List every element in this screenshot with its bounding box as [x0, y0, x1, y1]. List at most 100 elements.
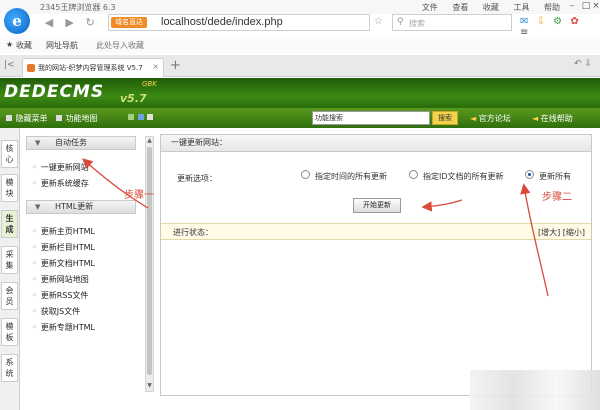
- side-item-update-rss[interactable]: 更新RSS文件: [32, 290, 89, 301]
- side-menu: ▼ 自动任务 一键更新网站 更新系统缓存 ▼ HTML更新 更新主页HTML 更…: [22, 134, 140, 406]
- menu-help[interactable]: 帮助: [544, 3, 560, 12]
- zoom-out-link[interactable]: [缩小]: [563, 228, 585, 237]
- online-help-label: 在线帮助: [540, 114, 573, 123]
- vtab-collect[interactable]: 采集: [1, 246, 18, 274]
- dede-version: v5.7: [120, 92, 147, 105]
- search-icon: ⚲: [397, 17, 404, 27]
- restore-icon[interactable]: □: [580, 1, 592, 12]
- address-dropdown-icon[interactable]: ☆: [374, 16, 383, 27]
- hide-menu-link[interactable]: 隐藏菜单: [6, 113, 48, 124]
- import-favorites-hint[interactable]: 此处导入收藏: [96, 40, 144, 51]
- vtab-system[interactable]: 系统: [1, 354, 18, 382]
- refresh-icon[interactable]: ↻: [81, 16, 99, 29]
- side-item-one-click-update[interactable]: 一键更新网站: [32, 162, 89, 173]
- top-menu: 文件 查看 收藏 工具 帮助: [410, 2, 560, 13]
- group-html-update[interactable]: ▼ HTML更新: [26, 200, 136, 214]
- function-search-input[interactable]: 功能搜索: [312, 111, 430, 125]
- address-bar[interactable]: 域名直达 localhost/dede/index.php: [108, 14, 370, 31]
- collapse-arrow-icon: ▼: [35, 203, 41, 211]
- theme-blue-icon[interactable]: [137, 114, 144, 120]
- zoom-links: [增大] [缩小]: [538, 227, 585, 238]
- tools-icon[interactable]: ⚙: [553, 16, 562, 27]
- radio-by-time-label[interactable]: 指定时间的所有更新: [315, 171, 387, 182]
- minimize-icon[interactable]: –: [566, 1, 578, 12]
- dede-edition: GBK: [142, 80, 157, 88]
- site-map-link[interactable]: 功能地图: [56, 113, 98, 124]
- side-item-get-js[interactable]: 获取JS文件: [32, 306, 80, 317]
- official-forum-label: 官方论坛: [478, 114, 511, 123]
- favorites-star-icon[interactable]: ★: [6, 40, 13, 49]
- side-item-update-doc[interactable]: 更新文档HTML: [32, 258, 95, 269]
- domain-direct-badge[interactable]: 域名直达: [111, 17, 147, 28]
- panel-title: 一键更新网站：: [161, 135, 591, 152]
- function-search-button[interactable]: 搜索: [432, 111, 458, 125]
- radio-by-id-label[interactable]: 指定ID文档的所有更新: [423, 171, 504, 182]
- side-item-update-column[interactable]: 更新栏目HTML: [32, 242, 95, 253]
- toolbar-icons: ✉ ⇩ ⚙ ✿ ≡: [520, 16, 600, 38]
- back-icon[interactable]: ◀: [40, 16, 58, 29]
- dede-menubar: 隐藏菜单 功能地图 功能搜索 搜索 ◄ 官方论坛 ◄ 在线帮助: [0, 108, 600, 128]
- forum-arrow-icon: ◄: [470, 114, 479, 123]
- gift-icon[interactable]: ✿: [570, 16, 578, 27]
- side-item-update-home[interactable]: 更新主页HTML: [32, 226, 95, 237]
- browser-titlebar: 2345王牌浏览器 6.3 文件 查看 收藏 工具 帮助 – □ ×: [0, 0, 600, 14]
- download-icon[interactable]: ⇩: [537, 16, 545, 27]
- site-map-icon: [56, 115, 62, 121]
- vtab-module[interactable]: 模块: [1, 174, 18, 202]
- browser-logo-icon[interactable]: e: [4, 8, 30, 34]
- theme-green-icon[interactable]: [128, 114, 134, 120]
- official-forum-link[interactable]: ◄ 官方论坛: [470, 113, 511, 124]
- online-help-link[interactable]: ◄ 在线帮助: [532, 113, 573, 124]
- status-row: 进行状态： [增大] [缩小]: [161, 223, 591, 240]
- theme-switcher: [128, 113, 154, 122]
- start-update-button[interactable]: 开始更新: [353, 198, 401, 213]
- theme-gray-icon[interactable]: [147, 114, 154, 120]
- address-url[interactable]: localhost/dede/index.php: [161, 16, 283, 28]
- side-item-update-topic[interactable]: 更新专题HTML: [32, 322, 95, 333]
- zoom-in-link[interactable]: [增大]: [538, 228, 560, 237]
- nav-site-button[interactable]: 网址导航: [46, 40, 78, 51]
- tab-close-icon[interactable]: ×: [152, 62, 159, 71]
- vtab-template[interactable]: 模板: [1, 318, 18, 346]
- status-label: 进行状态：: [173, 228, 213, 237]
- vtab-core[interactable]: 核心: [1, 140, 18, 168]
- side-item-update-cache[interactable]: 更新系统缓存: [32, 178, 89, 189]
- search-input[interactable]: ⚲ 搜索: [392, 14, 512, 31]
- tab-favicon-icon: [27, 64, 35, 72]
- search-placeholder: 搜索: [409, 19, 425, 28]
- mail-icon[interactable]: ✉: [520, 16, 528, 27]
- tab-scroll-left-icon[interactable]: |<: [4, 60, 15, 70]
- group-auto-task[interactable]: ▼ 自动任务: [26, 136, 136, 150]
- close-window-icon[interactable]: ×: [592, 1, 600, 12]
- step1-annotation: 步骤一: [124, 190, 154, 201]
- radio-by-id[interactable]: [409, 170, 418, 179]
- site-map-label: 功能地图: [65, 114, 98, 123]
- menu-favorites[interactable]: 收藏: [483, 3, 499, 12]
- tab-dedecms[interactable]: 我的网站-织梦内容管理系统 V5.7 ×: [22, 58, 164, 77]
- step2-annotation: 步骤二: [542, 192, 572, 203]
- nav-buttons: ◀ ▶ ↻: [40, 16, 99, 29]
- app-title: 2345王牌浏览器 6.3: [40, 3, 116, 12]
- favorites-button[interactable]: 收藏: [16, 40, 32, 51]
- scroll-thumb[interactable]: [147, 147, 152, 375]
- tab-bar: |< 我的网站-织梦内容管理系统 V5.7 × + ↶ ⇩: [0, 55, 600, 77]
- menu-file[interactable]: 文件: [422, 3, 438, 12]
- radio-update-all[interactable]: [525, 170, 534, 179]
- scroll-down-icon[interactable]: ▼: [146, 382, 153, 391]
- menu-view[interactable]: 查看: [452, 3, 468, 12]
- side-scrollbar[interactable]: ▲ ▼: [145, 136, 154, 392]
- dede-header: DEDECMS GBK v5.7: [0, 78, 600, 108]
- watermark-blur: [470, 370, 600, 410]
- vtab-member[interactable]: 会员: [1, 282, 18, 310]
- side-item-update-sitemap[interactable]: 更新网站地图: [32, 274, 89, 285]
- scroll-up-icon[interactable]: ▲: [146, 137, 153, 146]
- tab-bar-tools-icon[interactable]: ↶ ⇩: [574, 59, 592, 69]
- vtab-generate[interactable]: 生成: [1, 210, 18, 238]
- new-tab-icon[interactable]: +: [170, 58, 181, 73]
- radio-update-all-label[interactable]: 更新所有: [539, 171, 571, 182]
- group-auto-task-title: 自动任务: [55, 138, 87, 147]
- radio-by-time[interactable]: [301, 170, 310, 179]
- menu-tools[interactable]: 工具: [513, 3, 529, 12]
- collapse-arrow-icon: ▼: [35, 139, 41, 147]
- forward-icon[interactable]: ▶: [61, 16, 79, 29]
